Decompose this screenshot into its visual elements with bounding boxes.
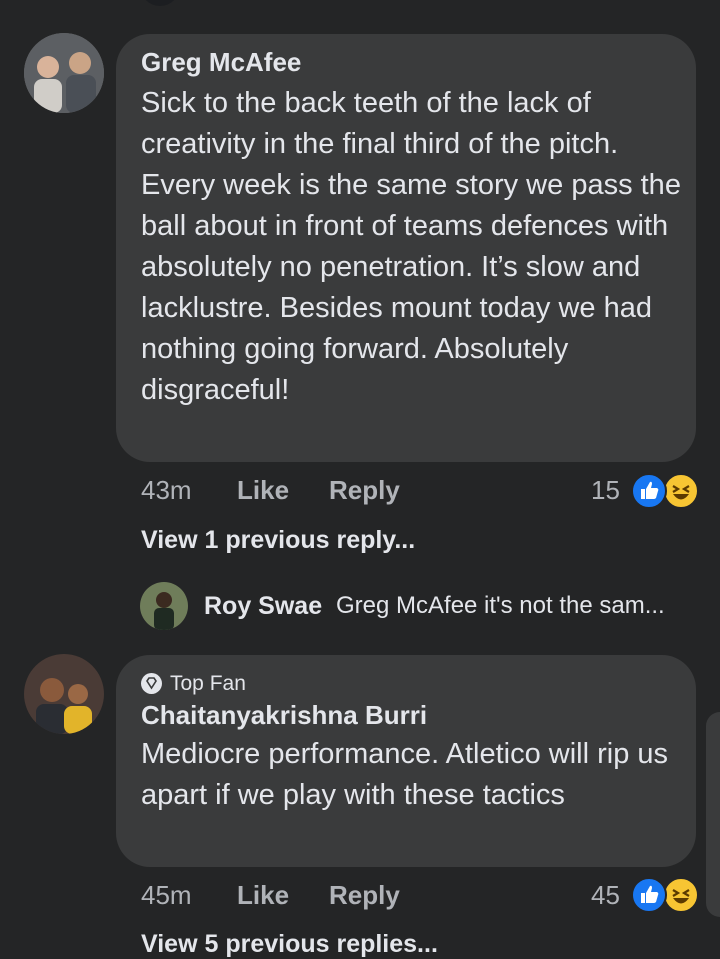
- avatar[interactable]: [140, 582, 188, 630]
- avatar[interactable]: [24, 33, 104, 113]
- badge-label: Top Fan: [170, 672, 246, 695]
- reply-button[interactable]: Reply: [329, 475, 400, 506]
- comment-text: Sick to the back teeth of the lack of cr…: [141, 87, 681, 406]
- diamond-icon: [141, 673, 162, 694]
- like-button[interactable]: Like: [237, 475, 289, 506]
- like-button[interactable]: Like: [237, 880, 289, 911]
- like-icon: [631, 877, 667, 913]
- haha-icon: [663, 877, 699, 913]
- reaction-count[interactable]: 15: [591, 475, 620, 506]
- like-icon: [631, 473, 667, 509]
- comment-timestamp[interactable]: 45m: [141, 880, 192, 911]
- comment-text: Mediocre performance. Atletico will rip …: [141, 738, 669, 811]
- previous-avatar-fragment: [140, 0, 180, 6]
- comment-timestamp[interactable]: 43m: [141, 475, 192, 506]
- reply-button[interactable]: Reply: [329, 880, 400, 911]
- view-previous-replies[interactable]: View 1 previous reply...: [141, 526, 415, 555]
- comment-author[interactable]: Greg McAfee: [141, 47, 301, 78]
- comment-author[interactable]: Chaitanyakrishna Burri: [141, 700, 427, 731]
- reply-text: Greg McAfee it's not the sam...: [336, 592, 665, 619]
- haha-icon: [663, 473, 699, 509]
- avatar[interactable]: [24, 654, 104, 734]
- reply-author[interactable]: Roy Swae: [204, 592, 322, 621]
- scroll-handle[interactable]: [706, 712, 720, 917]
- view-previous-replies[interactable]: View 5 previous replies...: [141, 930, 438, 959]
- reaction-count[interactable]: 45: [591, 880, 620, 911]
